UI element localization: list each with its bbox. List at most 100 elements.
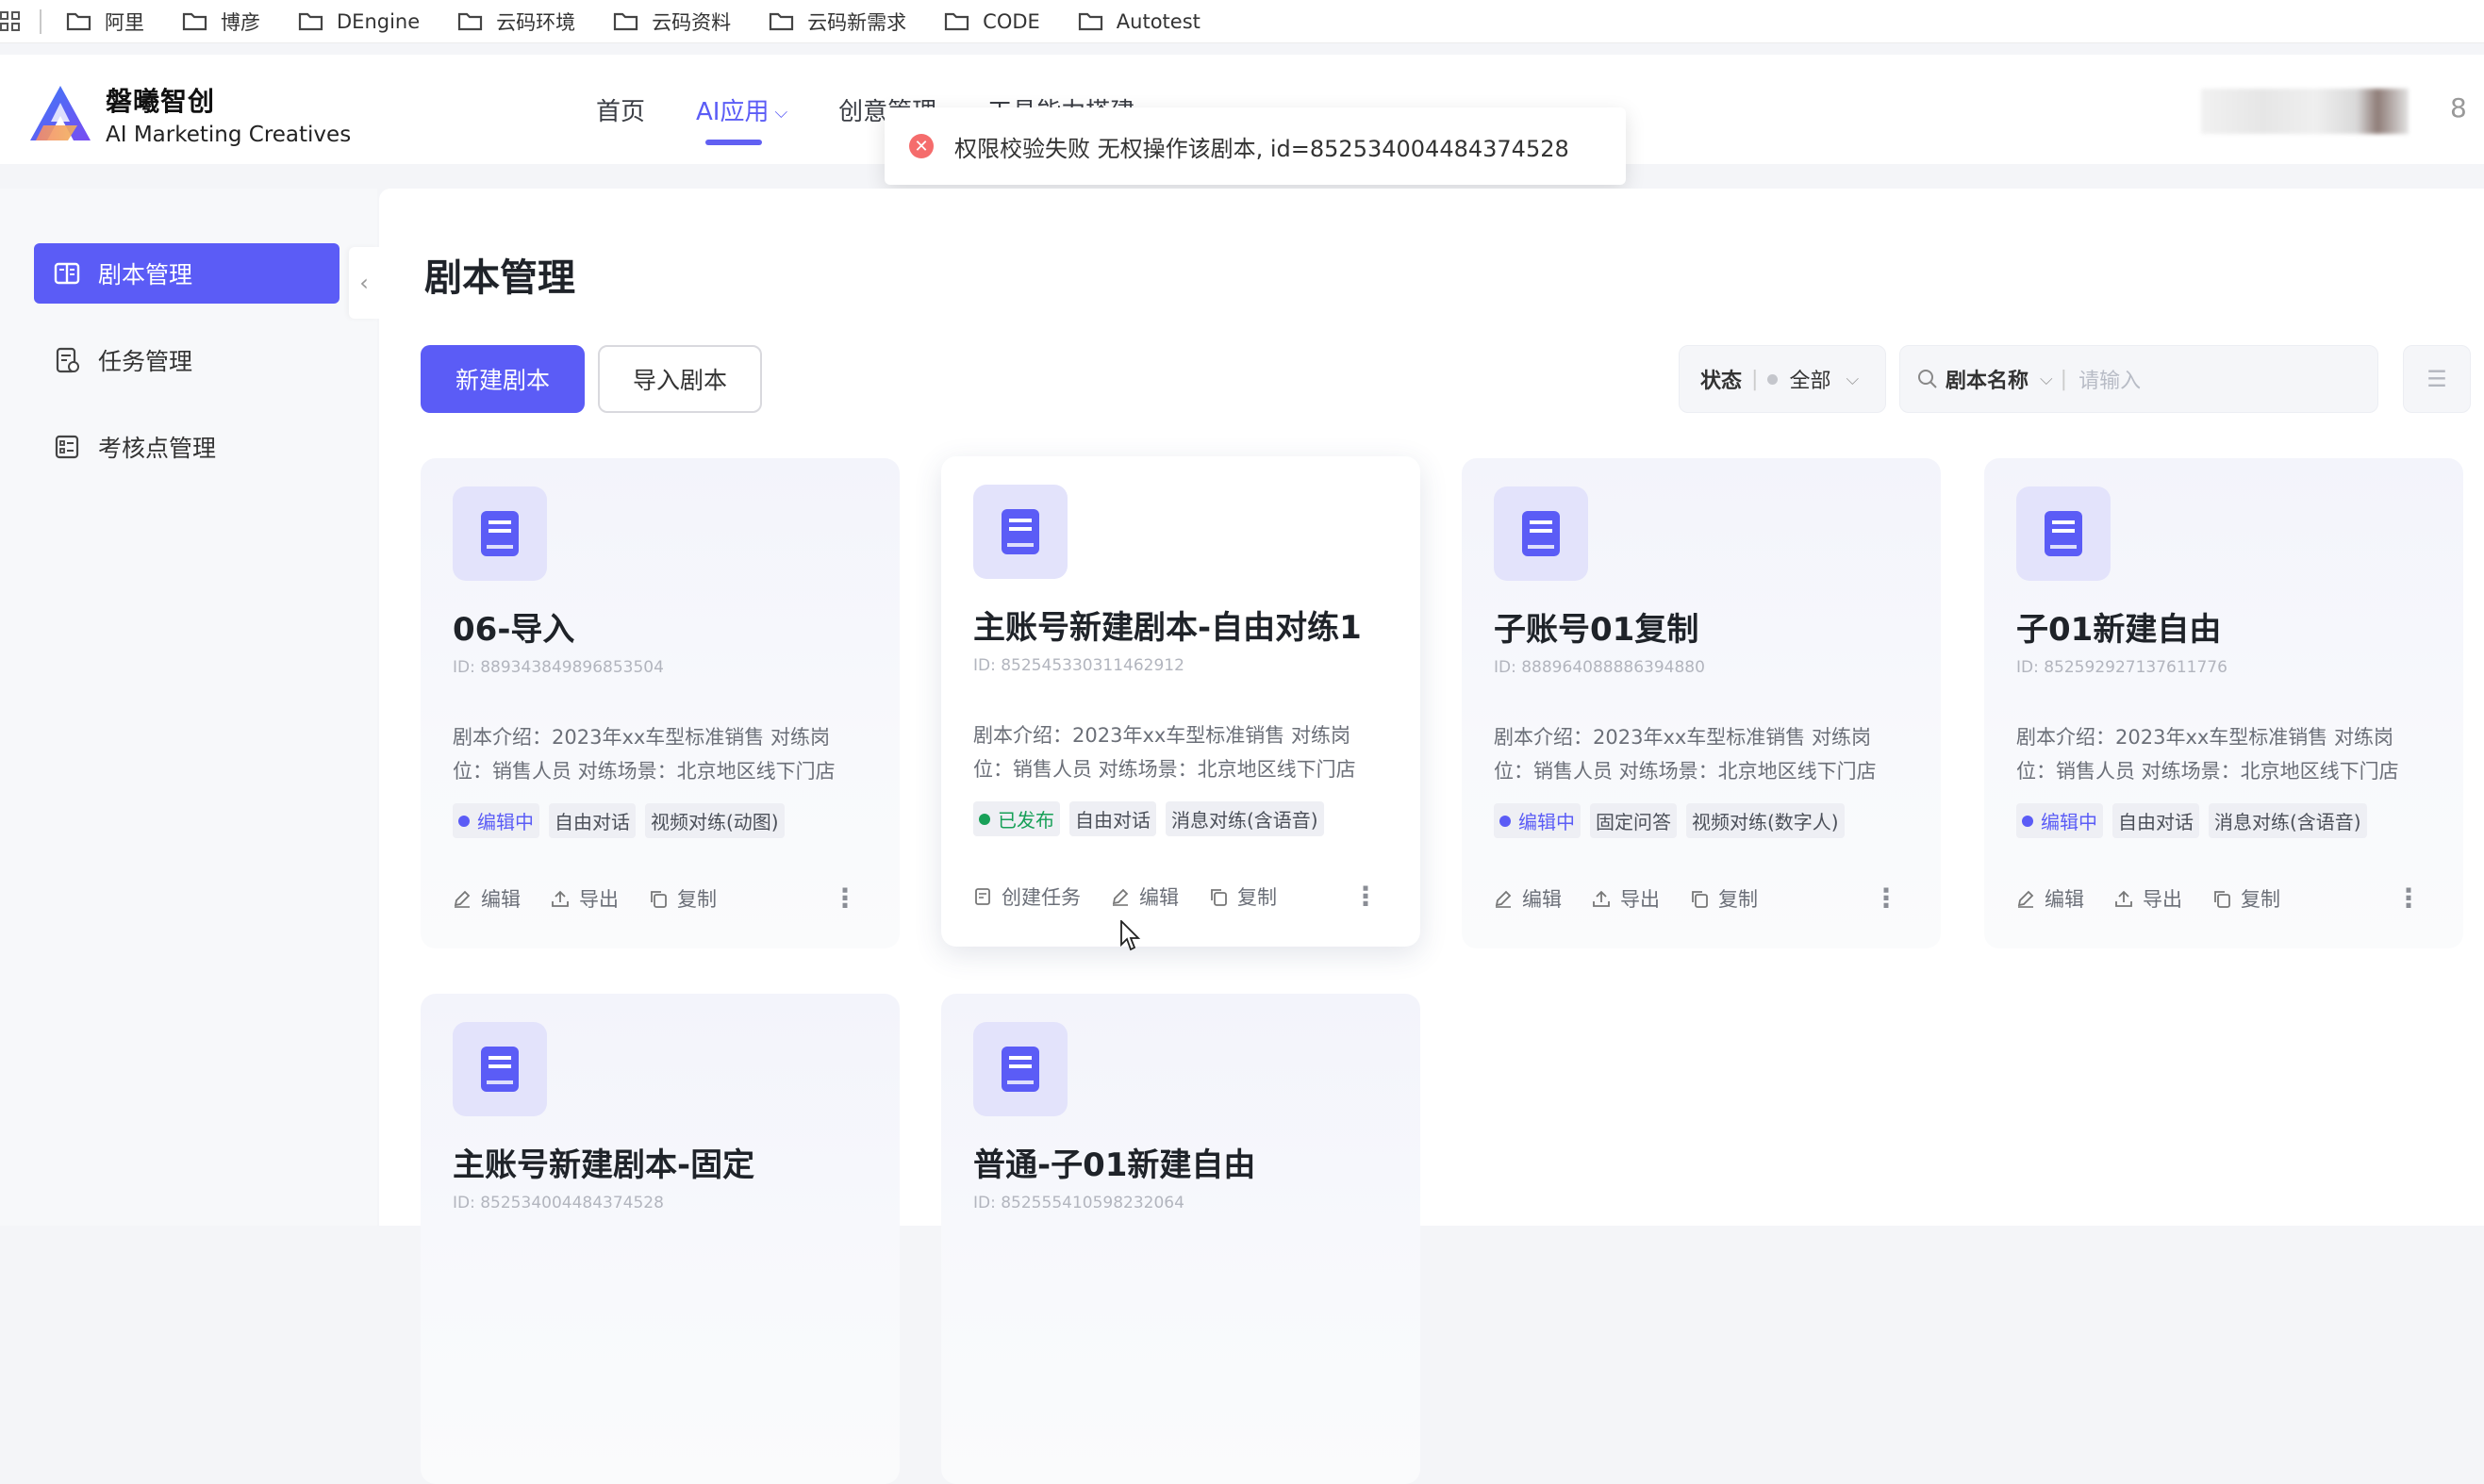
create-task-label: 创建任务 (1002, 886, 1081, 909)
card-id: ID: 852592927137611776 (2016, 658, 2227, 677)
new-script-button[interactable]: 新建剧本 (421, 345, 585, 413)
script-doc-icon (2016, 486, 2111, 581)
sidebar-item-label: 任务管理 (98, 348, 193, 375)
search-bar[interactable]: 剧本名称 ⌵ | 请输入 (1899, 345, 2378, 413)
bookmark-item[interactable]: 阿里 (66, 8, 144, 36)
card-id: ID: 888964088886394880 (1494, 658, 1705, 677)
create-task-button[interactable]: 创建任务 (973, 882, 1081, 911)
status-badge: 编辑中 (2016, 803, 2103, 838)
edit-button[interactable]: 编辑 (1494, 884, 1562, 913)
user-avatar-blurred[interactable] (2201, 89, 2409, 134)
sidebar-collapse-button[interactable]: ‹ (349, 247, 379, 319)
copy-label: 复制 (1718, 888, 1758, 911)
filter-separator: | (1751, 367, 1759, 391)
copy-button[interactable]: 复制 (649, 884, 717, 913)
more-options-icon[interactable]: ⋮ (832, 882, 858, 914)
tag: 消息对练(含语音) (1166, 801, 1324, 836)
page-title: 剧本管理 (424, 256, 575, 300)
copy-button[interactable]: 复制 (1209, 882, 1277, 911)
edit-icon (1112, 888, 1129, 906)
script-card[interactable]: 06-导入 ID: 889343849896853504 剧本介绍：2023年x… (421, 458, 900, 948)
bookmark-item[interactable]: DEngine (298, 10, 420, 33)
upload-icon (1593, 890, 1610, 907)
mouse-cursor-icon (1120, 920, 1141, 951)
export-button[interactable]: 导出 (2114, 884, 2182, 913)
document-icon (975, 888, 990, 905)
script-doc-icon (1494, 486, 1588, 581)
apps-grid-icon[interactable] (0, 10, 21, 32)
bookmark-item[interactable]: 云码环境 (457, 8, 575, 36)
logo-english-name: AI Marketing Creatives (106, 123, 352, 147)
script-card[interactable]: 主账号新建剧本-固定 ID: 852534004484374528 (421, 994, 900, 1484)
filter-separator: | (2060, 367, 2068, 391)
status-badge: 编辑中 (453, 803, 539, 838)
import-script-button[interactable]: 导入剧本 (598, 345, 762, 413)
sidebar-item-label: 剧本管理 (98, 261, 193, 289)
folder-icon (944, 11, 969, 31)
search-input[interactable]: 请输入 (2078, 364, 2141, 394)
edit-button[interactable]: 编辑 (453, 884, 521, 913)
more-options-icon[interactable]: ⋮ (2395, 882, 2422, 914)
script-card[interactable]: 子账号01复制 ID: 888964088886394880 剧本介绍：2023… (1462, 458, 1941, 948)
copy-icon (1692, 891, 1708, 908)
card-title: 06-导入 (453, 611, 575, 649)
chevron-down-icon: ⌵ (1846, 369, 1860, 389)
export-label: 导出 (579, 888, 619, 911)
card-actions: 编辑 导出 复制 (1494, 884, 1788, 913)
search-field-selector[interactable]: 剧本名称 (1946, 364, 2029, 394)
tag: 自由对话 (1069, 801, 1156, 836)
bookmark-item[interactable]: 博彦 (182, 8, 260, 36)
list-view-toggle-button[interactable]: ☰ (2403, 345, 2471, 413)
upload-icon (552, 890, 569, 907)
card-tags: 已发布 自由对话 消息对练(含语音) (973, 801, 1333, 836)
main-content: 剧本管理 新建剧本 导入剧本 状态 | 全部 ⌵ 剧本名称 ⌵ | 请输入 ☰ … (379, 189, 2484, 1484)
list-icon: ☰ (2426, 366, 2447, 392)
folder-icon (769, 11, 794, 31)
nav-ai-apps-label: AI应用 (696, 98, 770, 126)
edit-button[interactable]: 编辑 (2016, 884, 2084, 913)
more-options-icon[interactable]: ⋮ (1352, 881, 1379, 912)
status-filter-select[interactable]: 状态 | 全部 ⌵ (1679, 345, 1886, 413)
card-title: 子账号01复制 (1494, 611, 1699, 649)
card-id: ID: 889343849896853504 (453, 658, 664, 677)
status-text: 编辑中 (2041, 811, 2097, 833)
script-doc-icon (453, 486, 547, 581)
script-card[interactable]: 主账号新建剧本-自由对练1 ID: 852545330311462912 剧本介… (941, 456, 1420, 947)
nav-ai-apps[interactable]: AI应用 ⌵ (696, 92, 787, 145)
card-tags: 编辑中 自由对话 消息对练(含语音) (2016, 803, 2376, 838)
status-text: 编辑中 (477, 811, 534, 833)
bookmark-label: 阿里 (105, 10, 144, 34)
logo-chinese-name: 磐曦智创 (106, 86, 216, 117)
nav-home[interactable]: 首页 (596, 92, 645, 127)
copy-button[interactable]: 复制 (2212, 884, 2280, 913)
search-icon (1918, 370, 1937, 388)
tag: 固定问答 (1590, 803, 1677, 838)
export-button[interactable]: 导出 (551, 884, 619, 913)
bookmark-item[interactable]: 云码新需求 (769, 8, 906, 36)
bookmark-item[interactable]: 云码资料 (613, 8, 731, 36)
bookmark-item[interactable]: CODE (944, 10, 1040, 33)
card-description: 剧本介绍：2023年xx车型标准销售 对练岗位：销售人员 对练场景：北京地区线下… (1494, 726, 1877, 783)
copy-button[interactable]: 复制 (1690, 884, 1758, 913)
status-filter-label: 状态 (1700, 370, 1743, 393)
edit-button[interactable]: 编辑 (1111, 882, 1179, 911)
edit-label: 编辑 (1522, 888, 1562, 911)
sidebar-item-task-management[interactable]: 任务管理 (34, 330, 339, 390)
tag: 视频对练(数字人) (1686, 803, 1845, 838)
export-button[interactable]: 导出 (1592, 884, 1660, 913)
upload-icon (2115, 890, 2132, 907)
copy-label: 复制 (2241, 888, 2280, 911)
card-title: 主账号新建剧本-自由对练1 (973, 609, 1362, 647)
bookmark-label: Autotest (1116, 9, 1201, 33)
card-id: ID: 852534004484374528 (453, 1194, 664, 1212)
script-card[interactable]: 普通-子01新建自由 ID: 852555410598232064 (941, 994, 1420, 1484)
card-title: 子01新建自由 (2016, 611, 2222, 649)
sidebar-item-script-management[interactable]: 剧本管理 (34, 243, 339, 304)
more-options-icon[interactable]: ⋮ (1873, 882, 1899, 914)
card-actions: 编辑 导出 复制 (2016, 884, 2310, 913)
bookmark-item[interactable]: Autotest (1078, 10, 1201, 33)
sidebar-item-checkpoint-management[interactable]: 考核点管理 (34, 417, 339, 477)
card-description: 剧本介绍：2023年xx车型标准销售 对练岗位：销售人员 对练场景：北京地区线下… (2016, 726, 2399, 783)
app-logo[interactable]: 磐曦智创 AI Marketing Creatives (26, 81, 351, 147)
script-card[interactable]: 子01新建自由 ID: 852592927137611776 剧本介绍：2023… (1984, 458, 2463, 948)
